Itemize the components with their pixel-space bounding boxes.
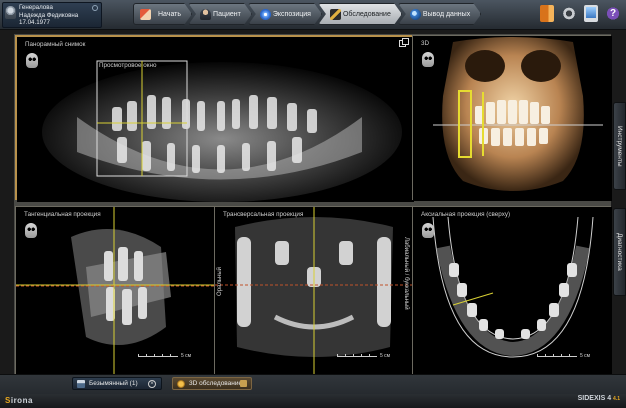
close-icon[interactable]: [240, 380, 247, 387]
step-label: Экспозиция: [272, 10, 311, 18]
patient-name: Надежда Федиковна: [19, 11, 79, 19]
task-untitled[interactable]: Безымянный (1) ×: [72, 377, 162, 390]
scale-label: 5 см: [181, 353, 192, 359]
tangential-image: [16, 207, 215, 375]
brand-logo: Sirona: [5, 396, 33, 405]
volume-3d-image: [413, 36, 612, 201]
footer: Sirona SIDEXIS 4 4.1: [0, 394, 626, 408]
task-3d-exam[interactable]: 3D обследование: [172, 377, 252, 390]
pin-icon[interactable]: [92, 5, 98, 11]
pane-title: Аксиальная проекция (сверху): [421, 211, 511, 218]
step-label: Обследование: [342, 10, 391, 18]
product-name: SIDEXIS 4 4.1: [577, 395, 620, 402]
toolbar: ?: [540, 5, 620, 22]
inset-label: Просмотровое окно: [99, 62, 157, 69]
scale-bar: 5 см: [537, 353, 590, 359]
close-icon[interactable]: ×: [148, 380, 156, 388]
skull-orientation-icon: [422, 223, 434, 238]
step-label: Вывод данных: [422, 10, 471, 18]
top-bar: Генералова Надежда Федиковна 17.04.1977 …: [0, 0, 626, 30]
disk-icon: [77, 379, 85, 388]
labial-side-label: Лабиальный / буккальный: [403, 237, 409, 310]
output-icon: [410, 9, 421, 20]
tangential-pane[interactable]: Тангенциальная проекция 5 см: [15, 206, 215, 375]
step-start[interactable]: Начать: [133, 3, 192, 25]
skull-orientation-icon: [422, 52, 434, 67]
examination-icon: [330, 9, 341, 20]
step-label: Начать: [158, 10, 182, 18]
tab-instruments[interactable]: Инструменты: [613, 102, 626, 190]
transversal-image: [215, 207, 413, 375]
gear-icon[interactable]: [562, 5, 576, 22]
tab-diagnostics[interactable]: Диагностика: [613, 208, 626, 296]
patient-avatar-icon: [5, 6, 16, 19]
person-icon: [200, 9, 211, 20]
pane-title: Тангенциальная проекция: [24, 211, 101, 218]
exam-icon: [177, 379, 185, 388]
maximize-icon[interactable]: [399, 38, 409, 47]
patient-info: Генералова Надежда Федиковна 17.04.1977: [19, 4, 78, 27]
monitor-icon[interactable]: [584, 5, 598, 22]
tab-label: Инструменты: [616, 125, 623, 167]
skull-orientation-icon: [25, 223, 37, 238]
axial-pane[interactable]: Аксиальная проекция (сверху) 5 см: [412, 206, 612, 375]
skull-orientation-icon: [26, 53, 38, 68]
step-patient[interactable]: Пациент: [188, 3, 252, 25]
pane-title: 3D: [421, 40, 430, 47]
home-icon: [140, 9, 151, 20]
step-examination[interactable]: Обследование: [318, 3, 402, 25]
book-icon[interactable]: [540, 5, 554, 22]
transversal-pane[interactable]: Трансверсальная проекция Оральный Лабиал…: [214, 206, 413, 375]
panoramic-image: [17, 37, 414, 202]
workflow-steps: Начать Пациент Экспозиция Обследование В…: [133, 3, 477, 26]
bottom-bar: Безымянный (1) × 3D обследование Sirona …: [0, 374, 626, 408]
scale-label: 5 см: [580, 353, 591, 359]
step-exposure[interactable]: Экспозиция: [248, 3, 322, 25]
pane-title: Трансверсальная проекция: [223, 211, 304, 218]
oral-side-label: Оральный: [217, 267, 223, 296]
step-label: Пациент: [213, 10, 241, 18]
patient-dob: 17.04.1977: [19, 19, 50, 27]
step-output[interactable]: Вывод данных: [398, 3, 481, 25]
volume-3d-pane[interactable]: 3D: [412, 35, 612, 201]
scale-bar: 5 см: [138, 353, 191, 359]
pane-title: Панорамный снимок: [25, 41, 86, 48]
task-label: 3D обследование: [189, 380, 243, 387]
task-label: Безымянный (1): [89, 380, 138, 387]
patient-surname: Генералова: [19, 4, 53, 11]
axial-image: [413, 207, 612, 375]
scale-ruler: [138, 354, 178, 358]
help-icon[interactable]: ?: [606, 5, 620, 22]
workspace: Панорамный снимок Просмотровое окно 3D Т…: [14, 34, 612, 375]
scale-bar: 5 см: [337, 353, 390, 359]
scale-ruler: [337, 354, 377, 358]
scale-label: 5 см: [380, 353, 391, 359]
panoramic-pane[interactable]: Панорамный снимок Просмотровое окно: [15, 35, 414, 202]
patient-card[interactable]: Генералова Надежда Федиковна 17.04.1977: [2, 2, 102, 28]
exposure-icon: [260, 9, 271, 20]
scale-ruler: [537, 354, 577, 358]
tab-label: Диагностика: [616, 233, 623, 271]
